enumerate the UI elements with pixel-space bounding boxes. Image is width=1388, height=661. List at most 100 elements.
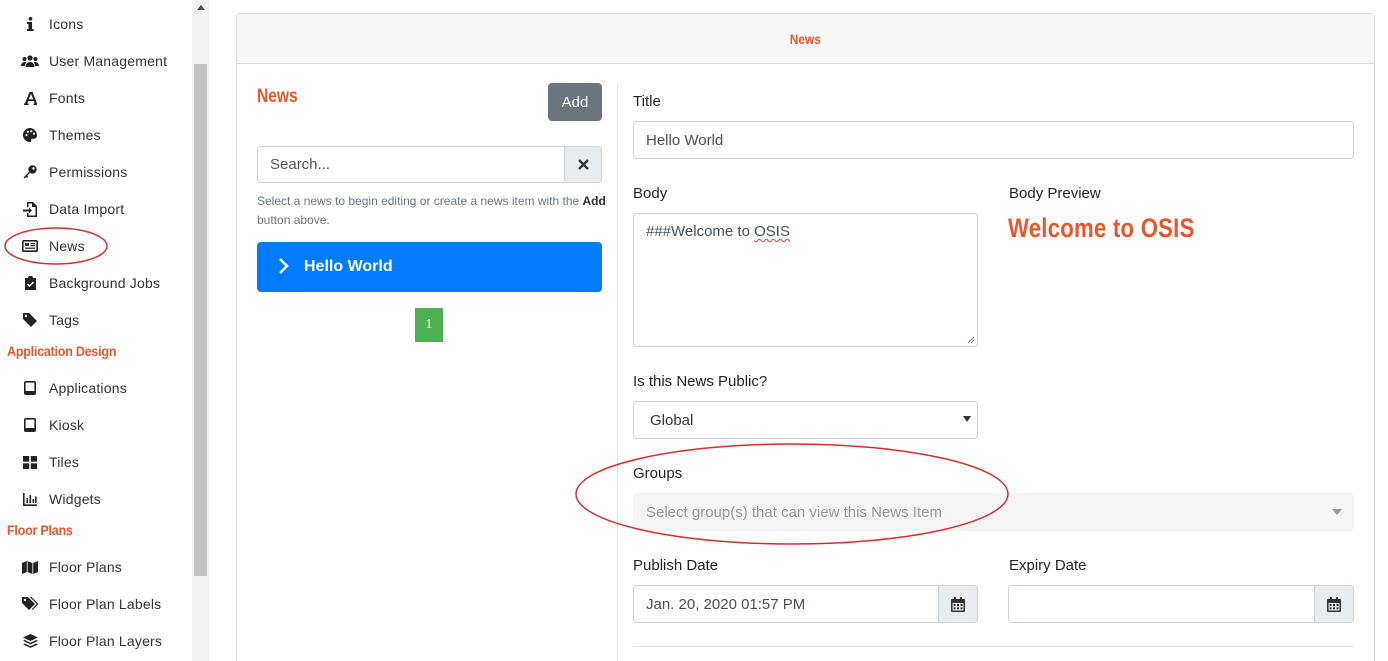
public-label: Is this News Public?: [633, 373, 768, 390]
sidebar-item-applications[interactable]: Applications: [0, 373, 192, 403]
caret-down-icon: [1332, 509, 1342, 515]
sidebar-item-widgets[interactable]: Widgets: [0, 484, 192, 514]
groups-label: Groups: [633, 465, 683, 482]
grid-icon: [21, 453, 39, 471]
column-divider: [617, 83, 618, 661]
font-icon: [21, 89, 39, 107]
sidebar-item-label: Floor Plan Layers: [49, 633, 163, 649]
help-text: Select a news to begin editing or create…: [257, 192, 607, 230]
sidebar-item-label: Floor Plans: [49, 559, 123, 575]
title-label: Title: [633, 93, 661, 110]
sidebar-item-floor-plan-labels[interactable]: Floor Plan Labels: [0, 589, 192, 619]
sidebar-item-fonts[interactable]: Fonts: [0, 83, 192, 113]
sidebar-item-floor-plan-layers[interactable]: Floor Plan Layers: [0, 626, 192, 656]
news-item-label: Hello World: [304, 258, 393, 275]
sidebar-item-user-management[interactable]: User Management: [0, 46, 192, 76]
expiry-date-input[interactable]: [1009, 586, 1314, 622]
sidebar-item-kiosk[interactable]: Kiosk: [0, 410, 192, 440]
news-search: [257, 146, 602, 183]
tags-icon: [21, 595, 39, 613]
groups-placeholder: Select group(s) that can view this News …: [646, 503, 942, 521]
publish-date-label: Publish Date: [633, 557, 719, 574]
sidebar: Icons User Management Fonts Themes Permi…: [0, 0, 192, 661]
sidebar-item-label: News: [49, 238, 85, 254]
scroll-thumb[interactable]: [194, 64, 207, 576]
expiry-date-label: Expiry Date: [1009, 557, 1087, 574]
help-text-post: button above.: [257, 213, 330, 227]
clear-search-button[interactable]: [564, 147, 601, 182]
sidebar-item-news[interactable]: News: [0, 231, 192, 261]
body-preview-label: Body Preview: [1009, 185, 1101, 202]
add-news-button[interactable]: Add: [548, 83, 602, 121]
expiry-date-group: [1008, 585, 1354, 623]
publish-date-group: [633, 585, 978, 623]
sidebar-item-label: Tags: [49, 312, 80, 328]
section-title-floor-plans: Floor Plans: [7, 522, 73, 538]
calendar-icon: [1327, 596, 1341, 612]
section-title-application-design: Application Design: [7, 343, 117, 359]
close-icon: [577, 159, 589, 170]
expiry-date-calendar-button[interactable]: [1314, 586, 1353, 622]
body-label: Body: [633, 185, 668, 202]
sidebar-item-label: Icons: [49, 16, 84, 32]
sidebar-item-label: Applications: [49, 380, 127, 396]
tablet-icon: [21, 379, 39, 397]
body-textarea[interactable]: ###Welcome to OSIS: [633, 213, 978, 347]
tablet-icon: [21, 416, 39, 434]
clipboard-check-icon: [21, 274, 39, 292]
sidebar-item-label: User Management: [49, 53, 168, 69]
sidebar-scrollbar[interactable]: [192, 0, 209, 661]
public-select-value: Global: [650, 411, 694, 429]
sidebar-item-label: Background Jobs: [49, 275, 161, 291]
publish-date-input[interactable]: [634, 586, 938, 622]
sidebar-item-label: Fonts: [49, 90, 86, 106]
card-header: News: [237, 14, 1374, 64]
chevron-right-icon: [279, 258, 289, 274]
body-preview-heading: Welcome to OSIS: [1008, 213, 1195, 243]
sidebar-item-permissions[interactable]: Permissions: [0, 157, 192, 187]
search-input[interactable]: [258, 147, 564, 182]
body-text-misspelled: OSIS: [754, 223, 790, 240]
help-text-pre: Select a news to begin editing or create…: [257, 194, 583, 208]
sidebar-item-label: Kiosk: [49, 417, 85, 433]
scroll-up-arrow-icon[interactable]: [192, 0, 209, 14]
title-input-value: Hello World: [646, 131, 724, 149]
pagination-page-button[interactable]: 1: [415, 308, 443, 342]
body-text: ###Welcome to: [646, 223, 755, 240]
card-header-title: News: [789, 30, 822, 47]
sidebar-item-tiles[interactable]: Tiles: [0, 447, 192, 477]
sidebar-item-tags[interactable]: Tags: [0, 305, 192, 335]
key-icon: [21, 163, 39, 181]
news-list-item[interactable]: Hello World: [257, 242, 602, 292]
help-text-add: Add: [582, 194, 606, 208]
newspaper-icon: [21, 237, 39, 255]
sidebar-item-label: Themes: [49, 127, 101, 143]
sidebar-item-icons[interactable]: Icons: [0, 9, 192, 39]
palette-icon: [21, 126, 39, 144]
sidebar-item-label: Widgets: [49, 491, 101, 507]
groups-select[interactable]: Select group(s) that can view this News …: [633, 493, 1354, 531]
sidebar-item-label: Permissions: [49, 164, 128, 180]
sidebar-item-floor-plans[interactable]: Floor Plans: [0, 552, 192, 582]
info-icon: [21, 15, 39, 33]
file-import-icon: [21, 200, 39, 218]
tag-icon: [21, 311, 39, 329]
map-icon: [21, 558, 39, 576]
form-bottom-divider: [633, 646, 1354, 647]
caret-down-icon: [963, 416, 971, 422]
users-icon: [21, 52, 39, 70]
sidebar-item-data-import[interactable]: Data Import: [0, 194, 192, 224]
bar-chart-icon: [21, 490, 39, 508]
publish-date-calendar-button[interactable]: [938, 586, 977, 622]
title-input[interactable]: Hello World: [633, 121, 1354, 159]
resize-grip-icon[interactable]: [967, 336, 975, 344]
sidebar-item-label: Data Import: [49, 201, 125, 217]
public-select[interactable]: Global: [633, 401, 978, 439]
sidebar-item-label: Tiles: [49, 454, 80, 470]
calendar-icon: [951, 596, 965, 612]
layers-icon: [21, 632, 39, 650]
news-list-heading: News: [257, 86, 298, 107]
sidebar-item-label: Floor Plan Labels: [49, 596, 162, 612]
sidebar-item-themes[interactable]: Themes: [0, 120, 192, 150]
sidebar-item-background-jobs[interactable]: Background Jobs: [0, 268, 192, 298]
